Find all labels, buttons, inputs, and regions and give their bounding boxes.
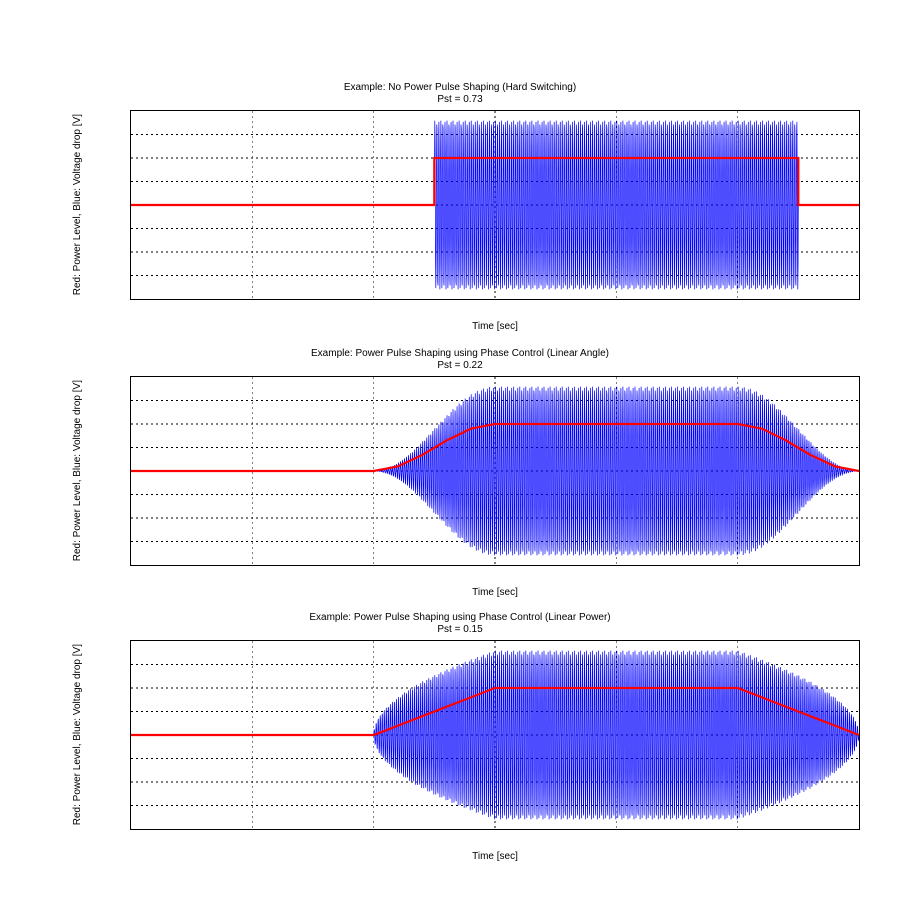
x-tick-label: 1 [250, 565, 256, 566]
y-tick-label: 0.5 [130, 706, 131, 717]
x-tick-label: 6 [856, 565, 860, 566]
y-tick-label: 0 [130, 730, 131, 741]
x-tick-label: 4 [614, 565, 620, 566]
x-tick-label: 6 [856, 299, 860, 300]
subplot-title: Example: No Power Pulse Shaping (Hard Sw… [60, 82, 860, 105]
x-tick-label: 2 [371, 829, 377, 830]
x-tick-label: 1 [250, 829, 256, 830]
figure: { "chart_data": [ { "type": "line", "tit… [0, 0, 900, 900]
x-tick-label: 0 [130, 565, 134, 566]
x-tick-label: 5 [735, 829, 741, 830]
y-tick-label: 1.5 [130, 395, 131, 406]
y-tick-label: 2 [130, 110, 131, 117]
plot-area-2: -2 -1.5 -1 -0.5 0 0.5 1 1.5 2 0 1 2 3 4 5 6 [130, 376, 860, 566]
subplot-title: Example: Power Pulse Shaping using Phase… [60, 612, 860, 635]
y-tick-label: -1.5 [130, 270, 131, 281]
x-tick-label: 6 [856, 829, 860, 830]
subplot-1: Example: No Power Pulse Shaping (Hard Sw… [60, 110, 860, 350]
plot-area-3: -2 -1.5 -1 -0.5 0 0.5 1 1.5 2 0 1 2 3 4 5 6 [130, 640, 860, 830]
y-tick-label: 1.5 [130, 129, 131, 140]
x-tick-label: 0 [130, 299, 134, 300]
y-tick-label: 0 [130, 200, 131, 211]
x-tick-label: 2 [371, 565, 377, 566]
y-tick-label: 1.5 [130, 659, 131, 670]
y-tick-label: 2 [130, 640, 131, 647]
x-tick-label: 4 [614, 299, 620, 300]
y-tick-label: -1 [130, 513, 131, 524]
x-tick-label: 2 [371, 299, 377, 300]
y-tick-label: 0.5 [130, 442, 131, 453]
y-tick-label: -1 [130, 247, 131, 258]
y-axis-label: Red: Power Level, Blue: Voltage drop [V] [72, 376, 83, 566]
y-axis-label: Red: Power Level, Blue: Voltage drop [V] [72, 640, 83, 830]
x-tick-label: 4 [614, 829, 620, 830]
x-tick-label: 0 [130, 829, 134, 830]
x-tick-label: 3 [492, 829, 498, 830]
x-tick-label: 5 [735, 299, 741, 300]
y-tick-label: 0.5 [130, 176, 131, 187]
y-tick-label: 0 [130, 466, 131, 477]
y-tick-label: -1.5 [130, 536, 131, 547]
y-axis-label: Red: Power Level, Blue: Voltage drop [V] [72, 110, 83, 300]
subplot-title: Example: Power Pulse Shaping using Phase… [60, 348, 860, 371]
x-axis-label: Time [sec] [130, 587, 860, 598]
y-tick-label: -1.5 [130, 800, 131, 811]
subplot-3: Example: Power Pulse Shaping using Phase… [60, 640, 860, 880]
y-tick-label: -2 [130, 560, 131, 567]
y-tick-label: 1 [130, 683, 131, 694]
y-tick-label: 2 [130, 376, 131, 383]
y-tick-label: 1 [130, 153, 131, 164]
x-tick-label: 1 [250, 299, 256, 300]
y-tick-label: -0.5 [130, 223, 131, 234]
y-tick-label: -0.5 [130, 489, 131, 500]
x-tick-label: 5 [735, 565, 741, 566]
x-tick-label: 3 [492, 299, 498, 300]
x-tick-label: 3 [492, 565, 498, 566]
plot-area-1: -2 -1.5 -1 -0.5 0 0.5 1 1.5 2 0 1 2 3 4 5 6 [130, 110, 860, 300]
y-tick-label: -2 [130, 824, 131, 831]
y-tick-label: 1 [130, 419, 131, 430]
x-axis-label: Time [sec] [130, 321, 860, 332]
subplot-2: Example: Power Pulse Shaping using Phase… [60, 376, 860, 616]
y-tick-label: -1 [130, 777, 131, 788]
y-tick-label: -2 [130, 294, 131, 301]
y-tick-label: -0.5 [130, 753, 131, 764]
x-axis-label: Time [sec] [130, 851, 860, 862]
